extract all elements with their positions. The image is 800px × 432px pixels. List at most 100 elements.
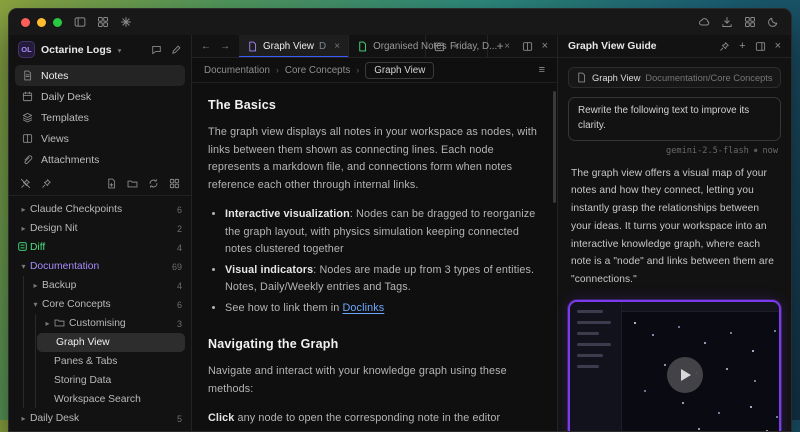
chevron-down-icon: ▾: [118, 46, 122, 55]
model-meta: gemini-2.5-flash ● now: [571, 146, 778, 156]
editor-scrollbar[interactable]: [553, 91, 556, 203]
sparkle-icon[interactable]: [120, 16, 132, 28]
minimize-window-button[interactable]: [37, 18, 46, 27]
tree-item-customising[interactable]: ▸ Customising 3: [9, 314, 191, 333]
sidebar-item-notes[interactable]: Notes: [15, 65, 185, 86]
layout-grid-icon[interactable]: [97, 16, 109, 28]
sidebar-toggle-icon[interactable]: [74, 16, 86, 28]
new-folder-icon[interactable]: [127, 178, 138, 189]
back-button[interactable]: ←: [201, 41, 211, 52]
note-count: 4: [177, 243, 182, 253]
tab-title: Graph View: [263, 41, 314, 52]
new-tab-button[interactable]: +: [488, 39, 513, 53]
document-icon: [357, 41, 368, 52]
forward-button[interactable]: →: [220, 41, 230, 52]
note-count: 6: [177, 205, 182, 215]
bullet-list: Interactive visualization: Nodes can be …: [208, 206, 537, 317]
download-icon[interactable]: [721, 16, 733, 28]
tree-item-core-concepts[interactable]: ▾ Core Concepts 6: [9, 295, 191, 314]
close-tab-icon[interactable]: ×: [334, 41, 340, 52]
tab-friday-daily[interactable]: Friday, D... ×: [426, 35, 488, 57]
video-mini-sidebar: [570, 302, 622, 432]
new-file-icon[interactable]: [106, 178, 117, 189]
context-chip[interactable]: Graph View Documentation/Core Concepts: [568, 67, 781, 88]
chevron-down-icon: ▾: [29, 300, 42, 309]
note-count: 2: [177, 224, 182, 234]
pin-icon[interactable]: [719, 41, 730, 52]
tree-item-graph-view[interactable]: Graph View: [37, 333, 185, 352]
note-content[interactable]: The Basics The graph view displays all n…: [192, 83, 557, 431]
tree-item-backup[interactable]: ▸ Backup 4: [9, 276, 191, 295]
video-preview[interactable]: [568, 300, 781, 432]
section-heading: The Basics: [208, 95, 537, 115]
zoom-window-button[interactable]: [53, 18, 62, 27]
split-view-icon[interactable]: [522, 41, 533, 52]
expand-panel-icon[interactable]: [755, 41, 766, 52]
paragraph: The graph view displays all notes in you…: [208, 124, 537, 194]
tree-item-design-nit[interactable]: ▸ Design Nit 2: [9, 219, 191, 238]
graph-nodes: [634, 322, 636, 324]
notes-icon: [22, 70, 33, 81]
app-window: OL Octarine Logs ▾ Notes Daily Desk: [8, 8, 792, 432]
close-window-button[interactable]: [21, 18, 30, 27]
pin-icon[interactable]: [41, 178, 52, 189]
workspace-name: Octarine Logs: [41, 44, 112, 56]
doclinks-link[interactable]: Doclinks: [343, 302, 385, 314]
tree-item-workspace-search[interactable]: Workspace Search: [9, 390, 191, 409]
calendar-icon: [434, 41, 445, 52]
indent-guide: [35, 314, 36, 408]
outline-menu-icon[interactable]: ≡: [539, 65, 545, 76]
tree-item-storing-data[interactable]: Storing Data: [9, 371, 191, 390]
nav-label: Views: [41, 133, 69, 145]
tab-organised-notes[interactable]: Organised Notes ×: [349, 35, 426, 57]
sidebar: OL Octarine Logs ▾ Notes Daily Desk: [9, 35, 192, 431]
view-grid-icon[interactable]: [169, 178, 180, 189]
tab-bar: ← → Graph View Documentation... × Organi…: [192, 35, 557, 58]
new-chat-icon[interactable]: +: [739, 41, 745, 52]
ai-panel: Graph View Guide + × Graph View Document…: [558, 35, 791, 431]
sidebar-item-views[interactable]: Views: [15, 128, 185, 149]
sync-icon[interactable]: [148, 178, 159, 189]
sidebar-toolbar: [9, 170, 191, 196]
workspace-logo: OL: [18, 41, 35, 58]
apps-grid-icon[interactable]: [744, 16, 756, 28]
new-note-icon[interactable]: [171, 44, 182, 55]
pin-off-icon[interactable]: [20, 178, 31, 189]
nav-label: Daily Desk: [41, 91, 91, 103]
folder-icon: [54, 317, 69, 331]
chevron-right-icon: ▸: [29, 281, 42, 290]
workspace-switcher[interactable]: OL Octarine Logs ▾: [9, 35, 191, 62]
theme-moon-icon[interactable]: [767, 16, 779, 28]
model-name: gemini-2.5-flash: [666, 146, 749, 156]
nav-label: Templates: [41, 112, 89, 124]
close-panel-icon[interactable]: ×: [775, 41, 781, 52]
feedback-icon[interactable]: [151, 44, 162, 55]
paragraph: Click any node to open the corresponding…: [208, 410, 537, 431]
cloud-sync-icon[interactable]: [698, 16, 710, 28]
tree-item-diff[interactable]: Diff 4: [9, 238, 191, 257]
tree-item-documentation[interactable]: ▾ Documentation 69: [9, 257, 191, 276]
play-button[interactable]: [667, 357, 703, 393]
sidebar-item-templates[interactable]: Templates: [15, 107, 185, 128]
file-tree: ▸ Claude Checkpoints 6 ▸ Design Nit 2 Di…: [9, 196, 191, 431]
breadcrumb-core-concepts[interactable]: Core Concepts: [285, 65, 350, 76]
layers-icon: [22, 112, 33, 123]
sidebar-item-attachments[interactable]: Attachments: [15, 149, 185, 170]
note-count: 69: [172, 262, 182, 272]
ai-panel-title: Graph View Guide: [568, 41, 657, 52]
breadcrumb-current-note[interactable]: Graph View: [365, 62, 434, 79]
chevron-right-icon: ▸: [17, 224, 30, 233]
tree-item-daily-desk[interactable]: ▸ Daily Desk 5: [9, 409, 191, 428]
nav-label: Notes: [41, 70, 68, 82]
tab-graph-view[interactable]: Graph View Documentation... ×: [239, 35, 349, 57]
breadcrumb-documentation[interactable]: Documentation: [204, 65, 270, 76]
sidebar-item-daily-desk[interactable]: Daily Desk: [15, 86, 185, 107]
breadcrumb: Documentation › Core Concepts › Graph Vi…: [192, 58, 557, 83]
ai-response-text: The graph view offers a visual map of yo…: [571, 165, 778, 289]
tree-item-claude-checkpoints[interactable]: ▸ Claude Checkpoints 6: [9, 200, 191, 219]
video-mini-titlebar: [622, 302, 779, 312]
timestamp: now: [762, 146, 778, 156]
note-count: 5: [177, 414, 182, 424]
close-pane-icon[interactable]: ×: [542, 41, 548, 52]
tree-item-panes-tabs[interactable]: Panes & Tabs: [9, 352, 191, 371]
